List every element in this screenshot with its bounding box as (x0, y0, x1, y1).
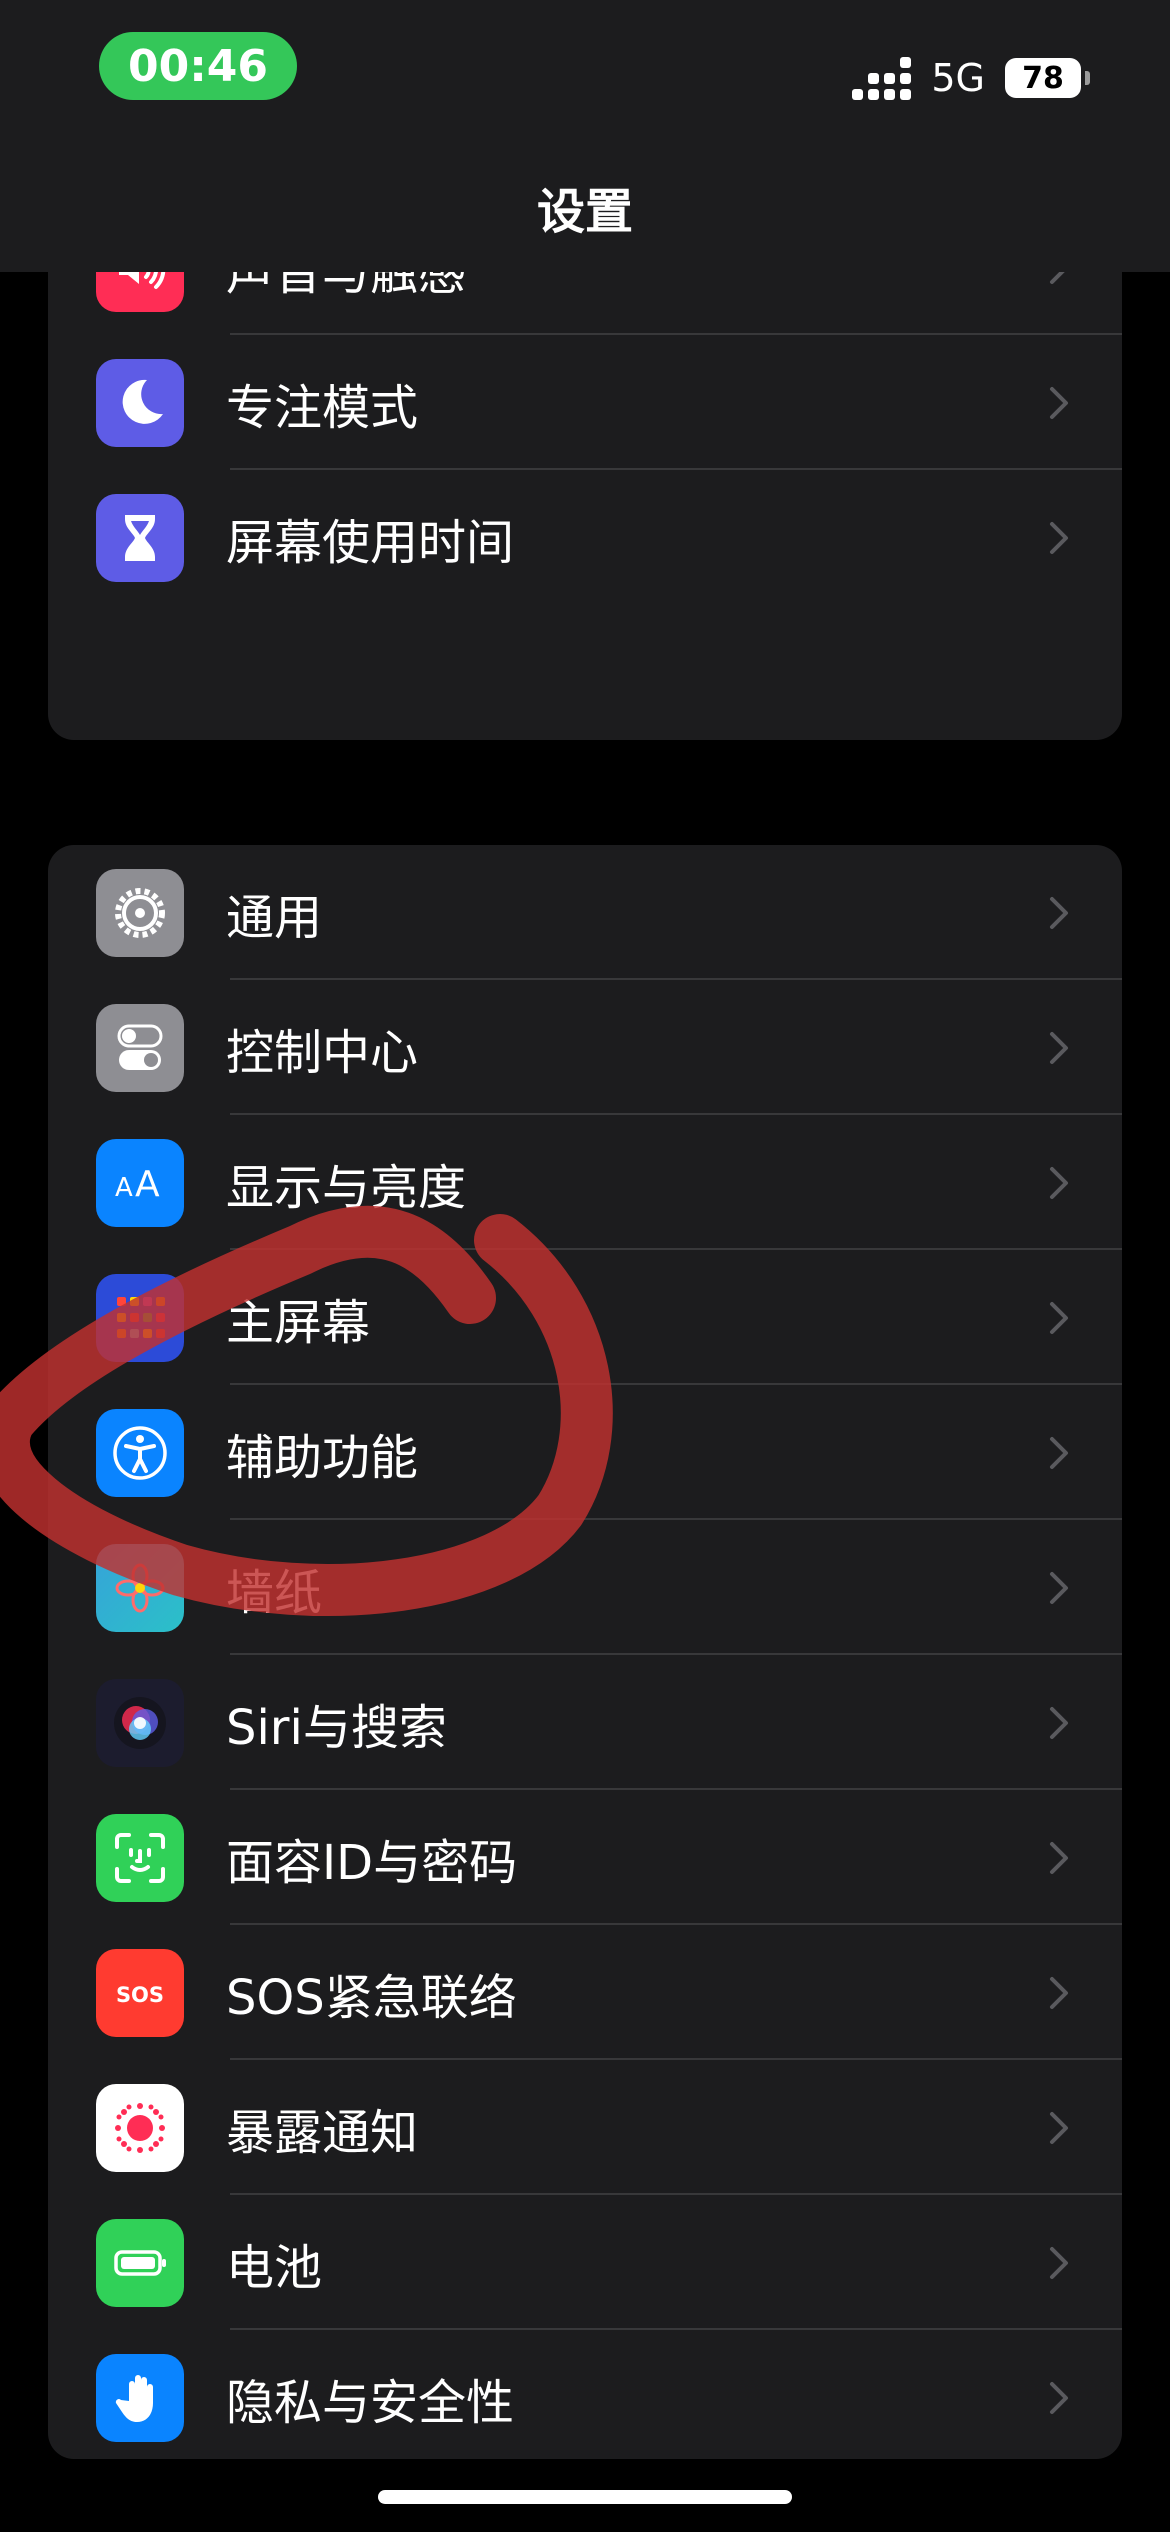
settings-row-battery[interactable]: 电池 (48, 2195, 1122, 2330)
settings-row-face-id-passcode[interactable]: 面容ID与密码 (48, 1790, 1122, 1925)
chevron-right-icon (1044, 1703, 1074, 1743)
chevron-right-icon (1044, 518, 1074, 558)
status-indicators: 5G 78 (852, 52, 1090, 104)
text-size-icon: AA (96, 1138, 184, 1227)
face-id-icon (96, 1813, 184, 1902)
chevron-right-icon (1044, 2378, 1074, 2418)
exposure-icon (96, 2083, 184, 2172)
battery-cap (1085, 71, 1090, 85)
sos-icon: SOS (96, 1948, 184, 2037)
network-type: 5G (931, 56, 985, 100)
battery-icon (96, 2218, 184, 2307)
settings-row-label: 辅助功能 (226, 1429, 419, 1486)
battery-level-icon: 78 (1005, 58, 1081, 98)
hand-icon (96, 2353, 184, 2442)
chevron-right-icon (1044, 1568, 1074, 1608)
battery-percent: 78 (1022, 60, 1064, 96)
svg-text:SOS: SOS (116, 1983, 164, 2007)
settings-row-label: 专注模式 (226, 379, 419, 436)
settings-group-system: 通用 控制中心 AA 显示与亮度 主屏幕 辅助功能 墙纸 Siri与搜索 面容I… (48, 845, 1122, 2459)
settings-row-label: 屏幕使用时间 (226, 514, 515, 571)
settings-row-home-screen[interactable]: 主屏幕 (48, 1250, 1122, 1385)
settings-row-label: 面容ID与密码 (226, 1834, 518, 1891)
status-time[interactable]: 00:46 (99, 32, 297, 100)
chevron-right-icon (1044, 1838, 1074, 1878)
chevron-right-icon (1044, 2108, 1074, 2148)
settings-row-accessibility[interactable]: 辅助功能 (48, 1385, 1122, 1520)
settings-row-label: 电池 (226, 2239, 323, 2296)
settings-row-label: SOS紧急联络 (226, 1969, 517, 2026)
chevron-right-icon (1044, 2243, 1074, 2283)
settings-row-exposure-notifications[interactable]: 暴露通知 (48, 2060, 1122, 2195)
svg-text:A: A (135, 1164, 160, 1205)
chevron-right-icon (1044, 1433, 1074, 1473)
home-indicator[interactable] (378, 2490, 792, 2504)
settings-row-general[interactable]: 通用 (48, 845, 1122, 980)
chevron-right-icon (1044, 893, 1074, 933)
settings-row-label: 主屏幕 (226, 1294, 371, 1351)
chevron-right-icon (1044, 1298, 1074, 1338)
settings-row-control-center[interactable]: 控制中心 (48, 980, 1122, 1115)
settings-row-screen-time[interactable]: 屏幕使用时间 (48, 470, 1122, 605)
chevron-right-icon (1044, 1163, 1074, 1203)
cellular-signal-icon (852, 56, 912, 100)
settings-row-label: 通用 (226, 889, 323, 946)
accessibility-icon (96, 1408, 184, 1497)
chevron-right-icon (1044, 1028, 1074, 1068)
settings-row-label: 控制中心 (226, 1024, 419, 1081)
settings-row-focus[interactable]: 专注模式 (48, 335, 1122, 470)
status-and-nav-bar: 00:46 5G 78 设置 (0, 0, 1170, 272)
hourglass-icon (96, 493, 184, 582)
settings-row-label: 隐私与安全性 (226, 2374, 515, 2431)
svg-text:A: A (115, 1173, 133, 1203)
settings-row-label: 暴露通知 (226, 2104, 419, 2161)
settings-row-emergency-sos[interactable]: SOS SOS紧急联络 (48, 1925, 1122, 2060)
toggles-icon (96, 1003, 184, 1092)
settings-row-label: Siri与搜索 (226, 1699, 447, 1756)
settings-row-siri-search[interactable]: Siri与搜索 (48, 1655, 1122, 1790)
settings-row-label: 墙纸 (226, 1564, 323, 1621)
chevron-right-icon (1044, 383, 1074, 423)
home-grid-icon (96, 1273, 184, 1362)
settings-row-wallpaper[interactable]: 墙纸 (48, 1520, 1122, 1655)
settings-row-label: 显示与亮度 (226, 1159, 467, 1216)
chevron-right-icon (1044, 1973, 1074, 2013)
siri-icon (96, 1678, 184, 1767)
settings-row-display-brightness[interactable]: AA 显示与亮度 (48, 1115, 1122, 1250)
moon-icon (96, 358, 184, 447)
flower-icon (96, 1543, 184, 1632)
gear-icon (96, 868, 184, 957)
page-title: 设置 (536, 184, 633, 240)
settings-row-privacy-security[interactable]: 隐私与安全性 (48, 2330, 1122, 2459)
